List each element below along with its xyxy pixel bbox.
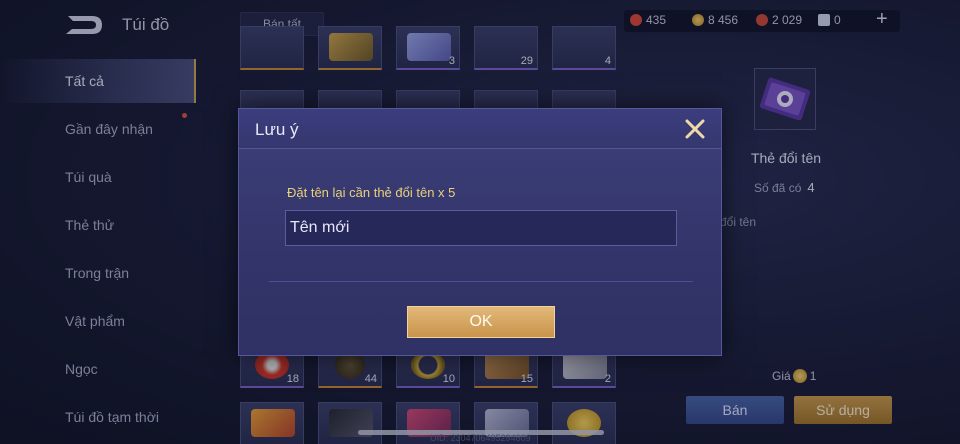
ok-button[interactable]: OK (407, 306, 555, 338)
divider (269, 281, 693, 282)
dialog-header: Lưu ý (239, 109, 721, 149)
close-icon[interactable] (683, 117, 707, 141)
rename-dialog: Lưu ý Đặt tên lại cần thẻ đổi tên x 5 OK (238, 108, 722, 356)
dialog-message: Đặt tên lại cần thẻ đổi tên x 5 (287, 185, 456, 200)
dialog-title: Lưu ý (255, 120, 299, 139)
game-screen: Túi đồ Bán tất 435 8 456 2 029 0 + Tất c… (0, 0, 960, 444)
new-name-input[interactable] (285, 210, 677, 246)
